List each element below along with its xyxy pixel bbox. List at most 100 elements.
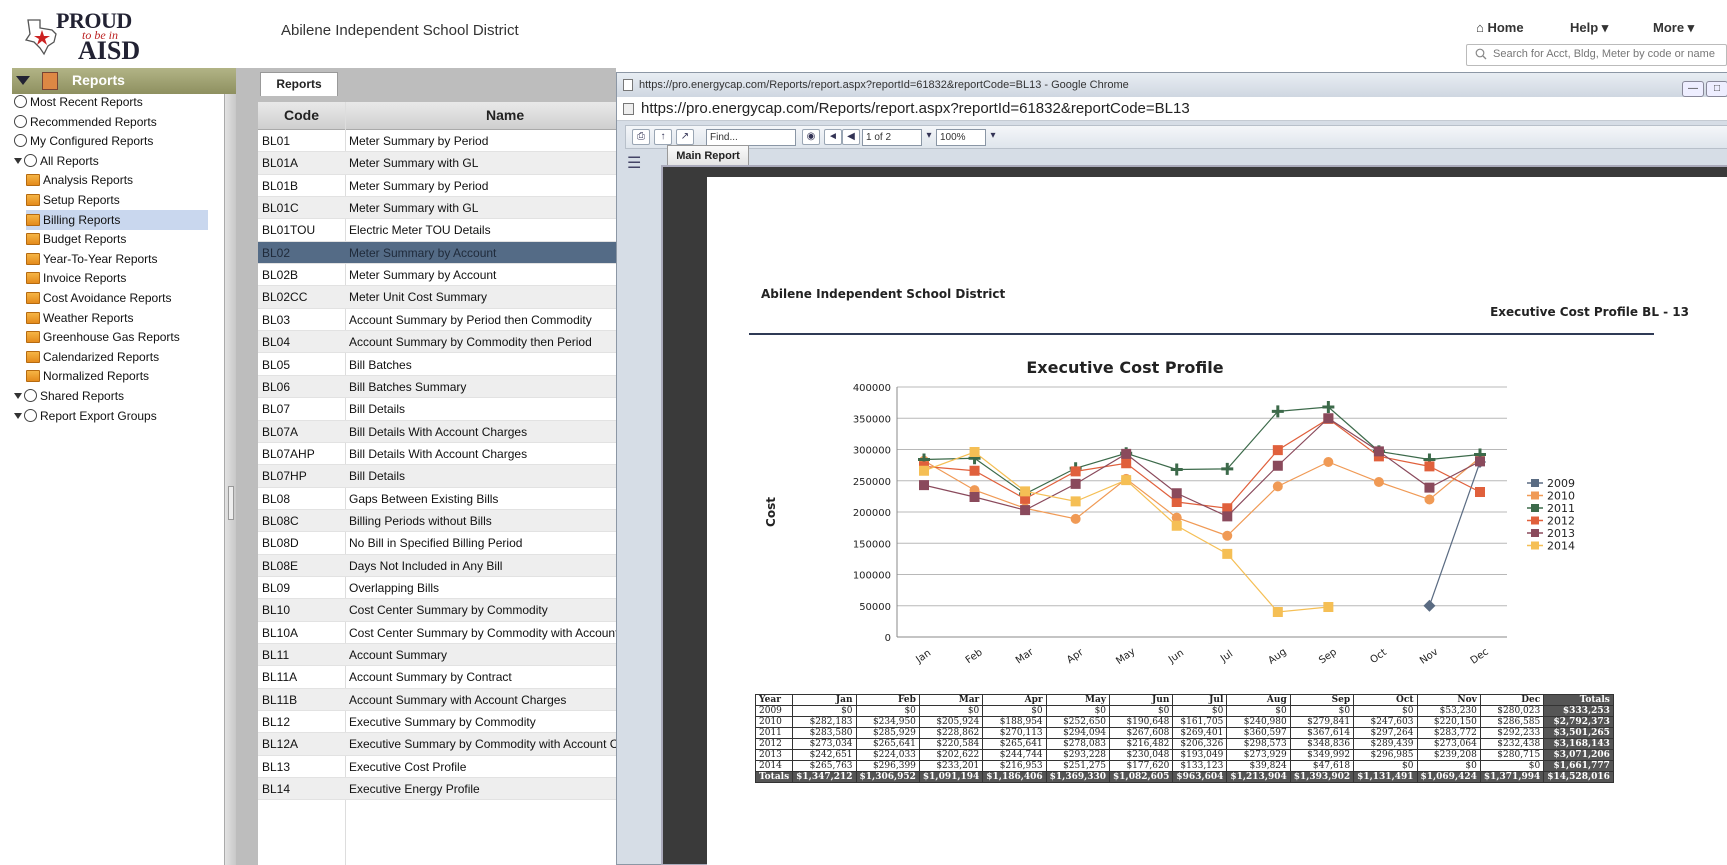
first-page-icon[interactable]: ◄	[824, 129, 842, 145]
report-row[interactable]: BL06 Bill Batches Summary	[258, 375, 616, 399]
report-row[interactable]: BL05 Bill Batches	[258, 354, 616, 376]
legend-label: 2010	[1547, 490, 1575, 503]
export-icon[interactable]: ↗	[676, 129, 694, 145]
sidebar-item[interactable]: Billing Reports	[26, 209, 208, 230]
chevron-down-icon[interactable]: ▾	[988, 129, 998, 145]
sidebar-item[interactable]: Weather Reports	[26, 308, 208, 328]
report-row[interactable]: BL08C Billing Periods without Bills	[258, 509, 616, 533]
address-bar[interactable]: https://pro.energycap.com/Reports/report…	[617, 97, 1727, 121]
maximize-button[interactable]: □	[1706, 81, 1727, 97]
sidebar-item-label: Cost Avoidance Reports	[43, 291, 172, 305]
report-name: Electric Meter TOU Details	[349, 223, 491, 238]
report-row[interactable]: BL12A Executive Summary by Commodity with…	[258, 733, 616, 756]
tab-reports[interactable]: Reports	[260, 72, 338, 96]
zoom-select[interactable]: 100%	[936, 129, 986, 146]
table-cell: $289,439	[1353, 738, 1418, 750]
table-header-cell: Aug	[1226, 694, 1291, 706]
sidebar-item[interactable]: Invoice Reports	[26, 268, 208, 288]
reports-panel-header[interactable]: Reports	[12, 68, 276, 94]
report-name: Account Summary by Contract	[349, 670, 512, 685]
window-titlebar[interactable]: https://pro.energycap.com/Reports/report…	[617, 73, 1727, 97]
find-input[interactable]: Find...	[706, 129, 796, 146]
page-indicator-input[interactable]: 1 of 2	[862, 129, 922, 146]
report-row[interactable]: BL14 Executive Energy Profile	[258, 778, 616, 801]
report-row[interactable]: BL09 Overlapping Bills	[258, 577, 616, 600]
report-row[interactable]: BL08E Days Not Included in Any Bill	[258, 554, 616, 577]
sidebar-item[interactable]: Report Export Groups	[14, 406, 214, 426]
report-row[interactable]: BL02 Meter Summary by Account	[258, 241, 616, 265]
column-header-name[interactable]: Name	[486, 107, 524, 123]
expand-triangle-icon[interactable]	[14, 157, 22, 164]
table-cell: $1,369,330	[1045, 771, 1111, 783]
table-cell: $292,233	[1479, 727, 1545, 739]
sidebar-item[interactable]: Setup Reports	[26, 190, 208, 210]
sidebar-item[interactable]: Recommended Reports	[14, 112, 214, 132]
report-row[interactable]: BL01C Meter Summary with GL	[258, 197, 616, 220]
report-row[interactable]: BL08D No Bill in Specified Billing Period	[258, 532, 616, 555]
sidebar-item[interactable]: Greenhouse Gas Reports	[26, 327, 208, 347]
sidebar-item[interactable]: Normalized Reports	[26, 366, 208, 386]
sidebar-item[interactable]: All Reports	[14, 151, 214, 171]
table-cell: $0	[855, 705, 920, 717]
report-row[interactable]: BL11 Account Summary	[258, 644, 616, 667]
global-search-input[interactable]: Search for Acct, Bldg, Meter by code or …	[1466, 44, 1727, 66]
export-icon	[24, 408, 37, 422]
report-row[interactable]: BL03 Account Summary by Period then Commo…	[258, 309, 616, 332]
report-row[interactable]: BL07HP Bill Details	[258, 465, 616, 488]
report-row[interactable]: BL01B Meter Summary by Period	[258, 175, 616, 198]
report-row[interactable]: BL11A Account Summary by Contract	[258, 666, 616, 689]
report-row[interactable]: BL10 Cost Center Summary by Commodity	[258, 599, 616, 622]
sidebar-item[interactable]: My Configured Reports	[14, 131, 214, 151]
report-row[interactable]: BL07A Bill Details With Account Charges	[258, 420, 616, 443]
binoculars-icon[interactable]: ◉	[802, 129, 820, 145]
report-row[interactable]: BL02B Meter Summary by Account	[258, 264, 616, 287]
table-header-cell: Jun	[1109, 694, 1174, 706]
star-doc-icon	[14, 114, 27, 128]
report-row[interactable]: BL01A Meter Summary with GL	[258, 152, 616, 175]
report-row[interactable]: BL07AHP Bill Details With Account Charges	[258, 443, 616, 466]
expand-triangle-icon[interactable]	[14, 412, 22, 419]
report-row[interactable]: BL01TOU Electric Meter TOU Details	[258, 219, 616, 242]
panel-splitter[interactable]	[224, 94, 236, 865]
report-row[interactable]: BL12 Executive Summary by Commodity	[258, 711, 616, 734]
document-map-icon[interactable]: ☰	[627, 153, 647, 173]
expand-triangle-icon[interactable]	[14, 393, 22, 399]
nav-help-menu[interactable]: Help ▾	[1570, 20, 1608, 36]
folder-icon	[26, 311, 40, 324]
sidebar-item[interactable]: Analysis Reports	[26, 170, 208, 190]
chevron-down-icon: ▾	[1684, 20, 1695, 35]
report-code: BL01C	[262, 201, 299, 216]
sidebar-item[interactable]: Most Recent Reports	[14, 92, 214, 112]
chevron-down-icon[interactable]: ▾	[924, 129, 934, 145]
y-tick-label: 350000	[853, 414, 891, 425]
report-row[interactable]: BL01 Meter Summary by Period	[258, 130, 616, 153]
data-point	[1070, 496, 1081, 507]
nav-more-menu[interactable]: More ▾	[1653, 20, 1694, 36]
sidebar-item[interactable]: Budget Reports	[26, 229, 208, 249]
report-code: BL11B	[262, 692, 298, 707]
minimize-button[interactable]: —	[1682, 81, 1704, 97]
sidebar-item[interactable]: Calendarized Reports	[26, 347, 208, 367]
report-row[interactable]: BL13 Executive Cost Profile	[258, 756, 616, 779]
aisd-logo[interactable]: PROUD to be in AISD	[22, 6, 142, 65]
report-row[interactable]: BL07 Bill Details	[258, 398, 616, 421]
report-row[interactable]: BL02CC Meter Unit Cost Summary	[258, 286, 616, 309]
report-row[interactable]: BL11B Account Summary with Account Charge…	[258, 688, 616, 712]
sidebar-item[interactable]: Shared Reports	[14, 386, 214, 406]
report-code: BL04	[262, 335, 291, 350]
folder-icon	[26, 350, 40, 363]
report-row[interactable]: BL08 Gaps Between Existing Bills	[258, 488, 616, 510]
sidebar-item[interactable]: Year-To-Year Reports	[26, 249, 208, 269]
splitter-grip[interactable]	[228, 486, 234, 520]
report-row[interactable]: BL04 Account Summary by Commodity then Pe…	[258, 331, 616, 354]
nav-home-link[interactable]: ⌂ Home	[1476, 20, 1524, 35]
tab-main-report[interactable]: Main Report	[667, 145, 749, 165]
up-arrow-icon[interactable]: ↑	[654, 129, 672, 145]
data-point	[1070, 466, 1081, 477]
report-row[interactable]: BL10A Cost Center Summary by Commodity wi…	[258, 622, 616, 645]
table-cell: $220,584	[918, 738, 984, 750]
sidebar-item[interactable]: Cost Avoidance Reports	[26, 288, 208, 308]
print-icon[interactable]: ⎙	[632, 129, 650, 145]
column-header-code[interactable]: Code	[284, 107, 319, 123]
prev-page-icon[interactable]: ◀	[842, 129, 860, 145]
